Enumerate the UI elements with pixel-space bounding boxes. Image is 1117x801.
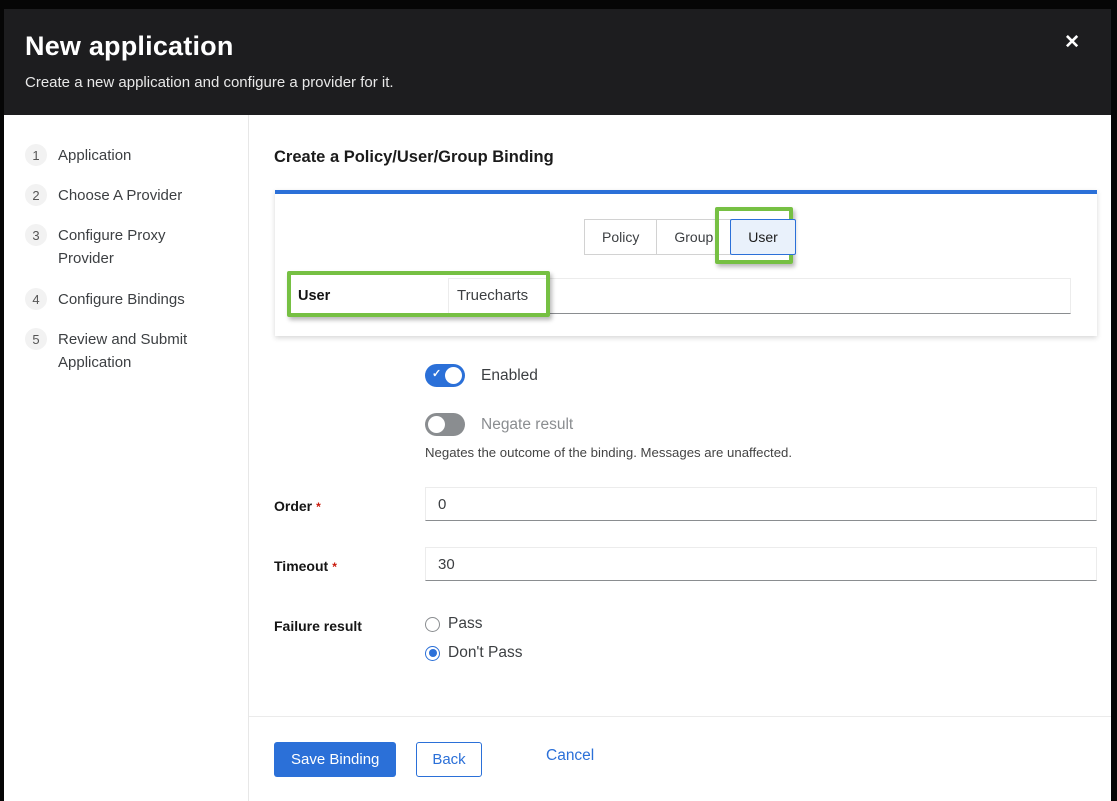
timeout-field-label: Timeout * — [274, 558, 337, 574]
step-number-badge: 5 — [25, 328, 47, 350]
toggle-knob — [428, 416, 445, 433]
enabled-toggle[interactable]: ✓ — [425, 364, 465, 387]
tab-policy[interactable]: Policy — [584, 219, 657, 255]
modal-subtitle: Create a new application and configure a… — [25, 74, 1111, 91]
negate-result-toggle[interactable] — [425, 413, 465, 436]
wizard-step-configure-bindings[interactable]: 4 Configure Bindings — [25, 288, 230, 311]
negate-result-toggle-label: Negate result — [481, 416, 573, 434]
radio-unchecked[interactable] — [425, 617, 440, 632]
enabled-toggle-label: Enabled — [481, 367, 538, 385]
negate-result-help-text: Negates the outcome of the binding. Mess… — [425, 445, 792, 460]
binding-card: Policy Group User User Truecharts — [275, 190, 1097, 336]
wizard-step-configure-proxy-provider[interactable]: 3 Configure Proxy Provider — [25, 224, 230, 270]
failure-result-option-pass[interactable]: Pass — [425, 615, 482, 633]
tab-group[interactable]: Group — [656, 219, 731, 255]
radio-label: Pass — [448, 615, 482, 633]
step-label: Application — [58, 144, 220, 167]
wizard-step-application[interactable]: 1 Application — [25, 144, 230, 167]
wizard-step-choose-provider[interactable]: 2 Choose A Provider — [25, 184, 230, 207]
order-field-label: Order * — [274, 498, 321, 514]
close-icon: ✕ — [1064, 32, 1080, 53]
timeout-input[interactable] — [425, 547, 1097, 581]
toggle-knob — [445, 367, 462, 384]
form-heading: Create a Policy/User/Group Binding — [274, 148, 554, 167]
step-number-badge: 4 — [25, 288, 47, 310]
sidebar-divider — [248, 115, 249, 801]
step-label: Configure Proxy Provider — [58, 224, 220, 270]
required-asterisk: * — [332, 560, 337, 574]
step-label: Configure Bindings — [58, 288, 220, 311]
toggle-check-icon: ✓ — [432, 367, 441, 380]
modal-body: 1 Application 2 Choose A Provider 3 Conf… — [4, 115, 1111, 801]
failure-result-label: Failure result — [274, 618, 362, 634]
order-label-text: Order — [274, 498, 312, 514]
user-field-label: User — [298, 278, 330, 314]
back-button[interactable]: Back — [416, 742, 482, 777]
save-binding-button[interactable]: Save Binding — [274, 742, 396, 777]
binding-type-tabs: Policy Group User — [584, 219, 796, 255]
modal-header: New application Create a new application… — [4, 9, 1111, 115]
step-number-badge: 2 — [25, 184, 47, 206]
order-input[interactable] — [425, 487, 1097, 521]
radio-label: Don't Pass — [448, 644, 522, 662]
step-number-badge: 1 — [25, 144, 47, 166]
tab-user[interactable]: User — [730, 219, 796, 255]
wizard-step-review-submit[interactable]: 5 Review and Submit Application — [25, 328, 230, 374]
failure-result-option-dont-pass[interactable]: Don't Pass — [425, 644, 522, 662]
step-label: Choose A Provider — [58, 184, 220, 207]
cancel-button[interactable]: Cancel — [546, 747, 594, 765]
step-label: Review and Submit Application — [58, 328, 220, 374]
user-select[interactable]: Truecharts — [448, 278, 1071, 314]
step-number-badge: 3 — [25, 224, 47, 246]
new-application-modal: New application Create a new application… — [4, 9, 1111, 801]
radio-checked[interactable] — [425, 646, 440, 661]
footer-divider — [249, 716, 1111, 717]
close-button[interactable]: ✕ — [1064, 33, 1080, 52]
timeout-label-text: Timeout — [274, 558, 328, 574]
modal-title: New application — [25, 31, 1111, 62]
required-asterisk: * — [316, 500, 321, 514]
